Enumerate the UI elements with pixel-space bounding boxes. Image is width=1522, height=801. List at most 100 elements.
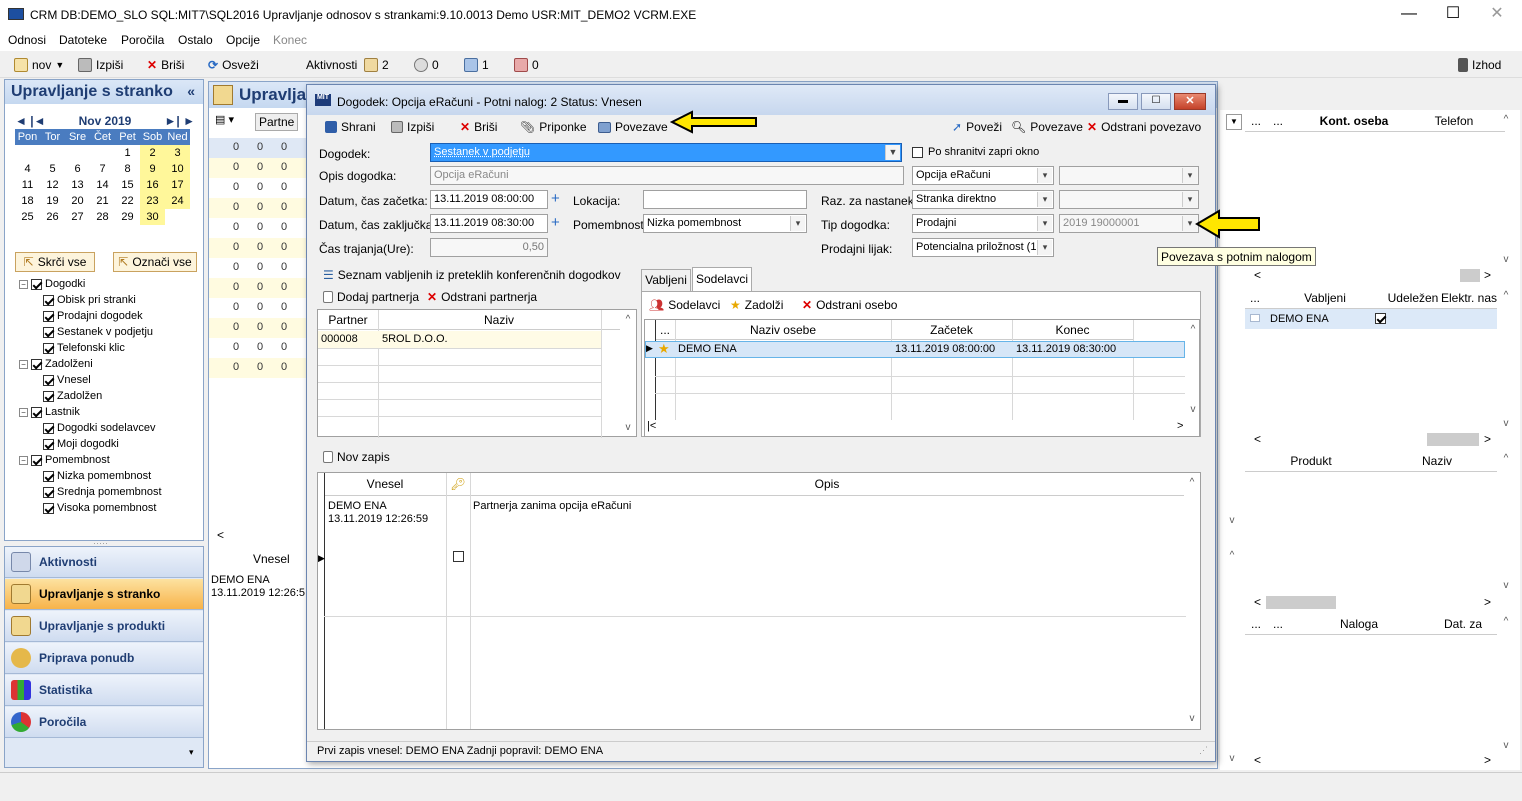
- phone-header[interactable]: Telefon: [1419, 114, 1489, 128]
- participated-checkbox[interactable]: [1375, 313, 1386, 324]
- calendar-day[interactable]: 19: [40, 193, 65, 209]
- scroll-up-icon[interactable]: ^: [1498, 453, 1514, 464]
- remove-link-button[interactable]: ✕ Odstrani povezavo: [1087, 120, 1201, 134]
- add-start-icon[interactable]: +: [551, 190, 560, 207]
- activities-in-button[interactable]: 1: [464, 58, 489, 72]
- filter-checkbox[interactable]: [31, 358, 42, 370]
- calendar-day[interactable]: 16: [140, 177, 165, 193]
- table-row[interactable]: 0 0 0: [209, 278, 307, 298]
- select-all-button[interactable]: ⇱ Označi vse: [113, 252, 197, 272]
- calendar-day[interactable]: 18: [15, 193, 40, 209]
- filter-checkbox[interactable]: [43, 294, 54, 306]
- expander-icon[interactable]: −: [19, 359, 28, 369]
- nav-statistika[interactable]: Statistika: [5, 675, 203, 706]
- start-column-header[interactable]: Začetek: [891, 320, 1012, 340]
- invited-header[interactable]: Vabljeni: [1265, 291, 1385, 305]
- add-partner-button[interactable]: Dodaj partnerja: [323, 290, 419, 304]
- calendar-day[interactable]: 21: [90, 193, 115, 209]
- print-button[interactable]: Izpiši: [78, 58, 123, 72]
- filter-tree-node[interactable]: − Zadolženi: [19, 358, 93, 370]
- filter-checkbox[interactable]: [43, 310, 54, 322]
- product-header[interactable]: Produkt: [1245, 454, 1377, 468]
- person-column-header[interactable]: Naziv osebe: [675, 320, 891, 340]
- reason-extra-select[interactable]: ▾: [1059, 190, 1199, 209]
- scroll-up-icon[interactable]: ^: [1498, 616, 1514, 627]
- calendar-day[interactable]: 15: [115, 177, 140, 193]
- filter-tree-node[interactable]: Moji dogodki: [43, 438, 119, 450]
- table-row[interactable]: 0 0 0: [209, 218, 307, 238]
- scroll-up-icon[interactable]: ^: [1224, 550, 1240, 561]
- scroll-down-icon[interactable]: v: [1498, 740, 1514, 751]
- nav-upravljanje-s-stranko[interactable]: Upravljanje s stranko: [5, 579, 203, 610]
- scroll-down-icon[interactable]: ▼: [1226, 114, 1242, 130]
- filter-tree-node[interactable]: Nizka pomembnost: [43, 470, 151, 482]
- date-header[interactable]: Dat. za: [1429, 617, 1497, 631]
- calendar-day[interactable]: 12: [40, 177, 65, 193]
- links-view-button[interactable]: 🔍︎ Povezave: [1011, 120, 1083, 134]
- nav-priprava-ponudb[interactable]: Priprava ponudb: [5, 643, 203, 674]
- menu-opcije[interactable]: Opcije: [226, 33, 260, 47]
- scroll-left-icon[interactable]: |<: [647, 420, 656, 432]
- table-row[interactable]: 0 0 0: [209, 318, 307, 338]
- activities-todo-button[interactable]: 2: [364, 58, 389, 72]
- calendar-day[interactable]: 13: [65, 177, 90, 193]
- calendar-day[interactable]: 14: [90, 177, 115, 193]
- contact-person-header[interactable]: Kont. oseba: [1289, 114, 1419, 128]
- filter-tree-node[interactable]: Obisk pri stranki: [43, 294, 136, 306]
- dialog-maximize-button[interactable]: ☐: [1141, 93, 1171, 110]
- start-datetime-input[interactable]: 13.11.2019 08:00:00: [430, 190, 548, 209]
- scrollbar-thumb[interactable]: [1266, 596, 1336, 609]
- filter-tree-node[interactable]: Dogodki sodelavcev: [43, 422, 155, 434]
- scroll-right-icon[interactable]: >: [1484, 268, 1491, 282]
- calendar-day[interactable]: 1: [115, 145, 140, 161]
- refresh-button[interactable]: ⟳ Osveži: [208, 58, 259, 72]
- collapse-all-button[interactable]: ⇱ Skrči vse: [15, 252, 95, 272]
- attachments-button[interactable]: 📎︎ Priponke: [520, 120, 587, 134]
- expander-icon[interactable]: −: [19, 455, 28, 465]
- delete-button[interactable]: ✕ Briši: [460, 120, 497, 134]
- save-button[interactable]: Shrani: [325, 120, 376, 134]
- filter-checkbox[interactable]: [43, 374, 54, 386]
- menu-konec[interactable]: Konec: [273, 33, 307, 47]
- key-column-header[interactable]: 🔑︎: [446, 473, 470, 496]
- calendar-day[interactable]: 24: [165, 193, 190, 209]
- scroll-right-icon[interactable]: >: [1484, 753, 1491, 767]
- next-year-icon[interactable]: ►| ►: [165, 114, 195, 128]
- menu-ostalo[interactable]: Ostalo: [178, 33, 213, 47]
- scroll-left-icon[interactable]: <: [1254, 268, 1261, 282]
- activities-out-button[interactable]: 0: [514, 58, 539, 72]
- filter-tree-node[interactable]: Srednja pomembnost: [43, 486, 162, 498]
- scroll-right-icon[interactable]: >: [1484, 595, 1491, 609]
- importance-select[interactable]: Nizka pomembnost ▾: [643, 214, 807, 233]
- calendar-day[interactable]: 27: [65, 209, 90, 225]
- close-after-save-checkbox[interactable]: [912, 147, 923, 158]
- email-header[interactable]: Elektr. naslo: [1441, 291, 1497, 305]
- assign-button[interactable]: ★ Zadolži: [730, 298, 783, 312]
- table-row[interactable]: 0 0 0: [209, 138, 307, 158]
- menu-datoteke[interactable]: Datoteke: [59, 33, 107, 47]
- table-row[interactable]: 0 0 0: [209, 338, 307, 358]
- filter-checkbox[interactable]: [43, 502, 54, 514]
- location-input[interactable]: [643, 190, 807, 209]
- activities-clock-button[interactable]: 0: [414, 58, 439, 72]
- participated-header[interactable]: Udeležen: [1385, 291, 1441, 305]
- calendar-day[interactable]: 26: [40, 209, 65, 225]
- calendar-day[interactable]: 11: [15, 177, 40, 193]
- product-name-header[interactable]: Naziv: [1377, 454, 1497, 468]
- name-column-header[interactable]: Naziv: [378, 310, 620, 330]
- filter-checkbox[interactable]: [31, 406, 42, 418]
- filter-checkbox[interactable]: [43, 326, 54, 338]
- order-header[interactable]: Naloga: [1289, 617, 1429, 631]
- exit-button[interactable]: Izhod: [1458, 58, 1501, 72]
- filter-tree-node[interactable]: Prodajni dogodek: [43, 310, 143, 322]
- filter-checkbox[interactable]: [31, 278, 42, 290]
- scroll-down-icon[interactable]: v: [620, 422, 636, 433]
- print-button[interactable]: Izpiši: [391, 120, 434, 134]
- new-button[interactable]: nov ▼: [14, 58, 64, 72]
- collapse-icon[interactable]: «: [187, 83, 195, 99]
- scroll-up-icon[interactable]: ^: [1498, 114, 1514, 125]
- minimize-button[interactable]: —: [1386, 0, 1432, 30]
- entered-column-header[interactable]: Vnesel: [324, 473, 446, 496]
- calendar-day[interactable]: 7: [90, 161, 115, 177]
- scroll-left-icon[interactable]: <: [217, 528, 224, 542]
